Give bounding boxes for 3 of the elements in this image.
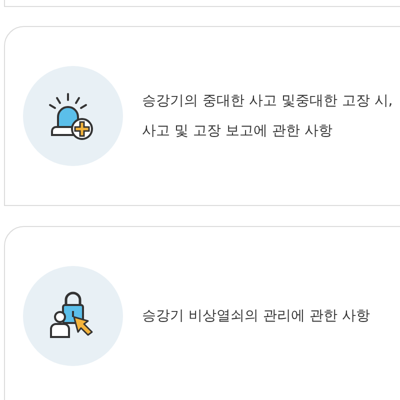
description-text: 사고 및 고장 보고에 관한 사항 xyxy=(142,122,334,141)
description-text: 승강기 비상열쇠의 관리에 관한 사항 xyxy=(142,307,370,326)
description-text: 승강기의 중대한 사고 및중대한 고장 시, xyxy=(142,92,393,111)
